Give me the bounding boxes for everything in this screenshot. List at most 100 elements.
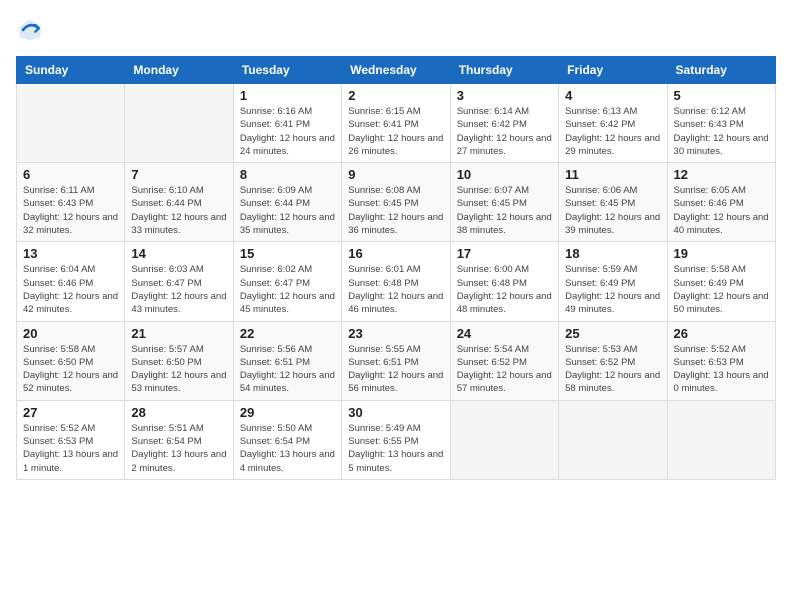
calendar-week-row: 1 Sunrise: 6:16 AM Sunset: 6:41 PM Daylig… (17, 84, 776, 163)
day-info: Sunrise: 5:58 AM Sunset: 6:49 PM Dayligh… (674, 263, 769, 316)
day-number: 9 (348, 167, 443, 182)
weekday-header: Friday (559, 57, 667, 84)
day-info: Sunrise: 6:13 AM Sunset: 6:42 PM Dayligh… (565, 105, 660, 158)
day-info: Sunrise: 5:53 AM Sunset: 6:52 PM Dayligh… (565, 343, 660, 396)
day-number: 21 (131, 326, 226, 341)
day-info: Sunrise: 6:01 AM Sunset: 6:48 PM Dayligh… (348, 263, 443, 316)
day-number: 29 (240, 405, 335, 420)
calendar-cell (667, 400, 775, 479)
day-info: Sunrise: 6:07 AM Sunset: 6:45 PM Dayligh… (457, 184, 552, 237)
calendar-cell: 10 Sunrise: 6:07 AM Sunset: 6:45 PM Dayli… (450, 163, 558, 242)
calendar-cell: 29Sunrise: 5:50 AM Sunset: 6:54 PM Dayli… (233, 400, 341, 479)
day-number: 12 (674, 167, 769, 182)
day-info: Sunrise: 6:11 AM Sunset: 6:43 PM Dayligh… (23, 184, 118, 237)
calendar-cell: 9 Sunrise: 6:08 AM Sunset: 6:45 PM Daylig… (342, 163, 450, 242)
calendar-cell: 14 Sunrise: 6:03 AM Sunset: 6:47 PM Dayli… (125, 242, 233, 321)
calendar-week-row: 6 Sunrise: 6:11 AM Sunset: 6:43 PM Daylig… (17, 163, 776, 242)
calendar-cell: 12Sunrise: 6:05 AM Sunset: 6:46 PM Dayli… (667, 163, 775, 242)
day-info: Sunrise: 6:00 AM Sunset: 6:48 PM Dayligh… (457, 263, 552, 316)
day-number: 22 (240, 326, 335, 341)
day-number: 27 (23, 405, 118, 420)
day-number: 28 (131, 405, 226, 420)
calendar-cell (450, 400, 558, 479)
calendar-cell: 21 Sunrise: 5:57 AM Sunset: 6:50 PM Dayli… (125, 321, 233, 400)
day-info: Sunrise: 5:49 AM Sunset: 6:55 PM Dayligh… (348, 422, 443, 475)
page-header (16, 16, 776, 44)
calendar-cell: 3 Sunrise: 6:14 AM Sunset: 6:42 PM Daylig… (450, 84, 558, 163)
day-info: Sunrise: 5:51 AM Sunset: 6:54 PM Dayligh… (131, 422, 226, 475)
day-info: Sunrise: 6:15 AM Sunset: 6:41 PM Dayligh… (348, 105, 443, 158)
day-info: Sunrise: 5:57 AM Sunset: 6:50 PM Dayligh… (131, 343, 226, 396)
calendar-week-row: 27 Sunrise: 5:52 AM Sunset: 6:53 PM Dayli… (17, 400, 776, 479)
day-info: Sunrise: 5:55 AM Sunset: 6:51 PM Dayligh… (348, 343, 443, 396)
weekday-header: Monday (125, 57, 233, 84)
calendar-table: SundayMondayTuesdayWednesdayThursdayFrid… (16, 56, 776, 480)
day-number: 18 (565, 246, 660, 261)
weekday-header: Saturday (667, 57, 775, 84)
day-number: 15 (240, 246, 335, 261)
day-number: 17 (457, 246, 552, 261)
day-number: 16 (348, 246, 443, 261)
day-info: Sunrise: 6:10 AM Sunset: 6:44 PM Dayligh… (131, 184, 226, 237)
logo (16, 16, 48, 44)
day-number: 13 (23, 246, 118, 261)
weekday-header: Thursday (450, 57, 558, 84)
logo-icon (16, 16, 44, 44)
calendar-week-row: 13 Sunrise: 6:04 AM Sunset: 6:46 PM Dayli… (17, 242, 776, 321)
calendar-cell: 15 Sunrise: 6:02 AM Sunset: 6:47 PM Dayli… (233, 242, 341, 321)
day-number: 2 (348, 88, 443, 103)
day-number: 1 (240, 88, 335, 103)
day-info: Sunrise: 6:14 AM Sunset: 6:42 PM Dayligh… (457, 105, 552, 158)
day-info: Sunrise: 5:58 AM Sunset: 6:50 PM Dayligh… (23, 343, 118, 396)
calendar-cell: 19Sunrise: 5:58 AM Sunset: 6:49 PM Dayli… (667, 242, 775, 321)
calendar-cell: 6 Sunrise: 6:11 AM Sunset: 6:43 PM Daylig… (17, 163, 125, 242)
day-number: 25 (565, 326, 660, 341)
day-number: 20 (23, 326, 118, 341)
day-info: Sunrise: 6:16 AM Sunset: 6:41 PM Dayligh… (240, 105, 335, 158)
day-number: 8 (240, 167, 335, 182)
calendar-week-row: 20 Sunrise: 5:58 AM Sunset: 6:50 PM Dayli… (17, 321, 776, 400)
calendar-cell: 26 Sunrise: 5:52 AM Sunset: 6:53 PM Dayli… (667, 321, 775, 400)
day-number: 30 (348, 405, 443, 420)
calendar-cell (559, 400, 667, 479)
calendar-cell: 20 Sunrise: 5:58 AM Sunset: 6:50 PM Dayli… (17, 321, 125, 400)
day-number: 24 (457, 326, 552, 341)
day-info: Sunrise: 6:09 AM Sunset: 6:44 PM Dayligh… (240, 184, 335, 237)
calendar-cell: 17 Sunrise: 6:00 AM Sunset: 6:48 PM Dayli… (450, 242, 558, 321)
day-info: Sunrise: 6:08 AM Sunset: 6:45 PM Dayligh… (348, 184, 443, 237)
day-info: Sunrise: 6:06 AM Sunset: 6:45 PM Dayligh… (565, 184, 660, 237)
day-number: 6 (23, 167, 118, 182)
day-number: 4 (565, 88, 660, 103)
day-info: Sunrise: 6:02 AM Sunset: 6:47 PM Dayligh… (240, 263, 335, 316)
calendar-cell: 30 Sunrise: 5:49 AM Sunset: 6:55 PM Dayli… (342, 400, 450, 479)
day-number: 26 (674, 326, 769, 341)
calendar-cell: 22 Sunrise: 5:56 AM Sunset: 6:51 PM Dayli… (233, 321, 341, 400)
weekday-header: Sunday (17, 57, 125, 84)
day-info: Sunrise: 6:03 AM Sunset: 6:47 PM Dayligh… (131, 263, 226, 316)
day-number: 3 (457, 88, 552, 103)
day-info: Sunrise: 5:56 AM Sunset: 6:51 PM Dayligh… (240, 343, 335, 396)
calendar-cell: 1 Sunrise: 6:16 AM Sunset: 6:41 PM Daylig… (233, 84, 341, 163)
calendar-cell: 8 Sunrise: 6:09 AM Sunset: 6:44 PM Daylig… (233, 163, 341, 242)
day-info: Sunrise: 5:52 AM Sunset: 6:53 PM Dayligh… (23, 422, 118, 475)
calendar-cell: 18 Sunrise: 5:59 AM Sunset: 6:49 PM Dayli… (559, 242, 667, 321)
calendar-cell: 5 Sunrise: 6:12 AM Sunset: 6:43 PM Daylig… (667, 84, 775, 163)
calendar-cell: 23 Sunrise: 5:55 AM Sunset: 6:51 PM Dayli… (342, 321, 450, 400)
calendar-cell: 28 Sunrise: 5:51 AM Sunset: 6:54 PM Dayli… (125, 400, 233, 479)
calendar-cell: 4 Sunrise: 6:13 AM Sunset: 6:42 PM Daylig… (559, 84, 667, 163)
day-info: Sunrise: 6:12 AM Sunset: 6:43 PM Dayligh… (674, 105, 769, 158)
day-number: 10 (457, 167, 552, 182)
day-info: Sunrise: 5:59 AM Sunset: 6:49 PM Dayligh… (565, 263, 660, 316)
day-number: 14 (131, 246, 226, 261)
day-number: 11 (565, 167, 660, 182)
weekday-header: Tuesday (233, 57, 341, 84)
calendar-cell: 13 Sunrise: 6:04 AM Sunset: 6:46 PM Dayli… (17, 242, 125, 321)
day-number: 23 (348, 326, 443, 341)
day-number: 5 (674, 88, 769, 103)
calendar-cell: 7Sunrise: 6:10 AM Sunset: 6:44 PM Daylig… (125, 163, 233, 242)
day-info: Sunrise: 6:04 AM Sunset: 6:46 PM Dayligh… (23, 263, 118, 316)
calendar-cell: 27 Sunrise: 5:52 AM Sunset: 6:53 PM Dayli… (17, 400, 125, 479)
weekday-header: Wednesday (342, 57, 450, 84)
day-info: Sunrise: 5:52 AM Sunset: 6:53 PM Dayligh… (674, 343, 769, 396)
calendar-cell: 11 Sunrise: 6:06 AM Sunset: 6:45 PM Dayli… (559, 163, 667, 242)
